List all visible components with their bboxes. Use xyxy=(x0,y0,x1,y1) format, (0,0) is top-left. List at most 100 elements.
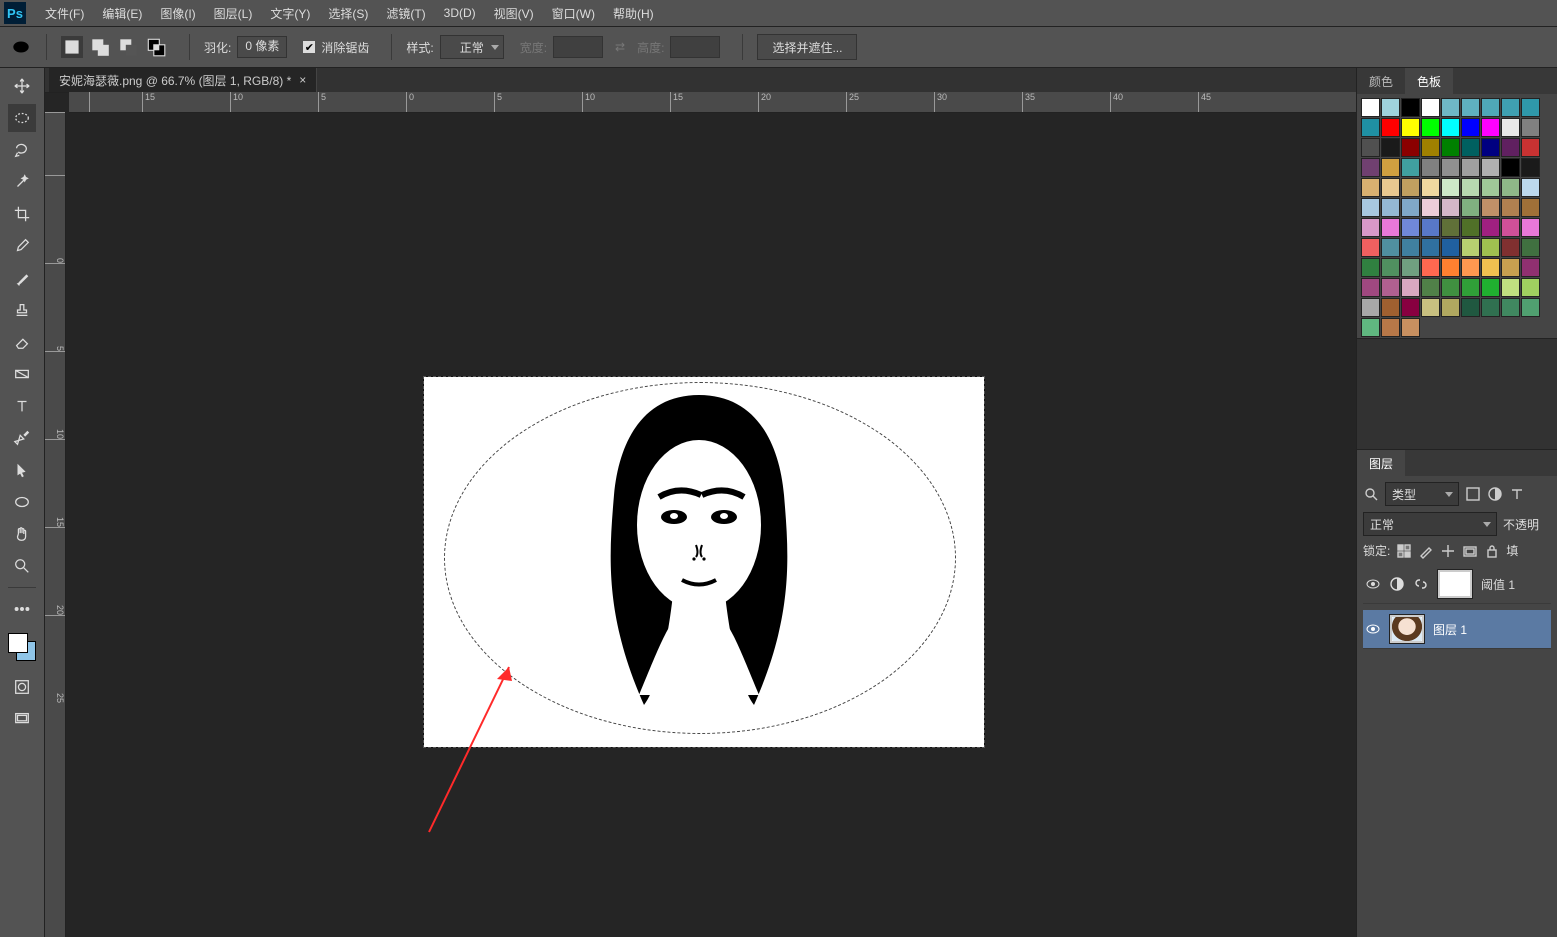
menu-edit[interactable]: 编辑(E) xyxy=(93,5,151,22)
swatch[interactable] xyxy=(1441,238,1460,257)
swatch[interactable] xyxy=(1401,198,1420,217)
lock-paint-icon[interactable] xyxy=(1418,543,1434,559)
lock-all-icon[interactable] xyxy=(1484,543,1500,559)
swatch[interactable] xyxy=(1361,98,1380,117)
swatch[interactable] xyxy=(1381,118,1400,137)
swatch[interactable] xyxy=(1441,258,1460,277)
swatch[interactable] xyxy=(1521,298,1540,317)
swatch[interactable] xyxy=(1361,278,1380,297)
swatch[interactable] xyxy=(1361,258,1380,277)
sel-new-icon[interactable] xyxy=(61,36,83,58)
vertical-ruler[interactable]: 0 5 10 15 20 25 xyxy=(45,112,66,937)
swatch[interactable] xyxy=(1521,158,1540,177)
swatch[interactable] xyxy=(1501,138,1520,157)
menu-window[interactable]: 窗口(W) xyxy=(543,5,604,22)
filter-adjust-icon[interactable] xyxy=(1487,486,1503,502)
swatch[interactable] xyxy=(1501,198,1520,217)
brush-tool[interactable] xyxy=(8,264,36,292)
blend-mode-select[interactable]: 正常 xyxy=(1363,512,1497,536)
swatch[interactable] xyxy=(1461,218,1480,237)
swatch[interactable] xyxy=(1421,98,1440,117)
swatch[interactable] xyxy=(1381,138,1400,157)
swatch[interactable] xyxy=(1441,298,1460,317)
filter-pixel-icon[interactable] xyxy=(1465,486,1481,502)
swatch[interactable] xyxy=(1501,218,1520,237)
swatch[interactable] xyxy=(1481,118,1500,137)
select-and-mask-button[interactable]: 选择并遮住... xyxy=(757,34,857,60)
swatch[interactable] xyxy=(1441,138,1460,157)
swatch[interactable] xyxy=(1501,178,1520,197)
swatch[interactable] xyxy=(1421,278,1440,297)
zoom-tool[interactable] xyxy=(8,552,36,580)
menu-3d[interactable]: 3D(D) xyxy=(435,6,485,20)
type-tool[interactable] xyxy=(8,392,36,420)
swatch[interactable] xyxy=(1361,198,1380,217)
swatch[interactable] xyxy=(1381,278,1400,297)
swatch[interactable] xyxy=(1461,118,1480,137)
sel-add-icon[interactable] xyxy=(89,36,111,58)
swatch[interactable] xyxy=(1521,218,1540,237)
swatch[interactable] xyxy=(1501,298,1520,317)
crop-tool[interactable] xyxy=(8,200,36,228)
tool-preset-icon[interactable] xyxy=(10,36,32,58)
lasso-tool[interactable] xyxy=(8,136,36,164)
filter-kind-select[interactable]: 类型 xyxy=(1385,482,1459,506)
swatches-tab[interactable]: 色板 xyxy=(1405,68,1453,94)
swatch[interactable] xyxy=(1441,278,1460,297)
sel-sub-icon[interactable] xyxy=(117,36,139,58)
filter-type-icon[interactable] xyxy=(1509,486,1525,502)
swatch[interactable] xyxy=(1481,158,1500,177)
swatch[interactable] xyxy=(1441,98,1460,117)
menu-filter[interactable]: 滤镜(T) xyxy=(377,5,434,22)
swatch[interactable] xyxy=(1481,98,1500,117)
swatch[interactable] xyxy=(1441,178,1460,197)
screen-mode-icon[interactable] xyxy=(8,705,36,733)
swatch[interactable] xyxy=(1521,278,1540,297)
swatch[interactable] xyxy=(1501,118,1520,137)
swatch[interactable] xyxy=(1361,318,1380,337)
swatch[interactable] xyxy=(1401,118,1420,137)
swatch[interactable] xyxy=(1501,238,1520,257)
layer-name[interactable]: 阈值 1 xyxy=(1481,576,1515,593)
swatch[interactable] xyxy=(1521,198,1540,217)
sel-int-icon[interactable] xyxy=(145,36,167,58)
menu-layer[interactable]: 图层(L) xyxy=(205,5,262,22)
swatch[interactable] xyxy=(1481,238,1500,257)
gradient-tool[interactable] xyxy=(8,360,36,388)
swatch[interactable] xyxy=(1401,238,1420,257)
menu-image[interactable]: 图像(I) xyxy=(151,5,204,22)
layer-mask-thumb[interactable] xyxy=(1437,569,1473,599)
swatch[interactable] xyxy=(1421,218,1440,237)
swatch[interactable] xyxy=(1401,298,1420,317)
swatch[interactable] xyxy=(1361,298,1380,317)
swatch[interactable] xyxy=(1401,138,1420,157)
ruler-origin[interactable] xyxy=(69,92,90,113)
swatch[interactable] xyxy=(1421,198,1440,217)
edit-toolbar-icon[interactable] xyxy=(8,595,36,623)
swatch[interactable] xyxy=(1381,318,1400,337)
swatch[interactable] xyxy=(1421,178,1440,197)
swatch[interactable] xyxy=(1401,218,1420,237)
elliptical-marquee-tool[interactable] xyxy=(8,104,36,132)
swatch[interactable] xyxy=(1381,238,1400,257)
swatch[interactable] xyxy=(1481,178,1500,197)
close-tab-icon[interactable]: × xyxy=(299,73,306,87)
magic-wand-tool[interactable] xyxy=(8,168,36,196)
swatch[interactable] xyxy=(1441,118,1460,137)
swatch[interactable] xyxy=(1461,98,1480,117)
menu-type[interactable]: 文字(Y) xyxy=(261,5,319,22)
swatch[interactable] xyxy=(1521,98,1540,117)
swatch[interactable] xyxy=(1421,158,1440,177)
swatch[interactable] xyxy=(1361,138,1380,157)
swatch[interactable] xyxy=(1521,258,1540,277)
swatch[interactable] xyxy=(1401,158,1420,177)
swatch[interactable] xyxy=(1521,178,1540,197)
swatch[interactable] xyxy=(1461,158,1480,177)
swatch[interactable] xyxy=(1481,258,1500,277)
layer-adjustment-threshold[interactable]: 阈值 1 xyxy=(1363,565,1551,604)
swatch[interactable] xyxy=(1461,238,1480,257)
eyedropper-tool[interactable] xyxy=(8,232,36,260)
lock-nest-icon[interactable] xyxy=(1462,543,1478,559)
swatch[interactable] xyxy=(1361,218,1380,237)
lock-pos-icon[interactable] xyxy=(1440,543,1456,559)
